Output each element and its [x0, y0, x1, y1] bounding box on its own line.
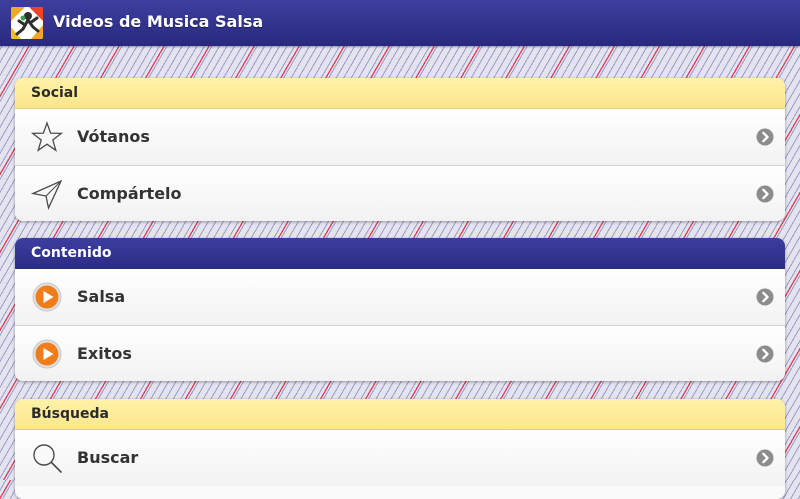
- menu-item-buscar[interactable]: Buscar: [15, 430, 785, 486]
- menu-item-compartelo[interactable]: Compártelo: [15, 165, 785, 221]
- menu-item-label: Salsa: [77, 287, 126, 306]
- menu-item-label: Exitos: [77, 344, 132, 363]
- menu-item-salsa[interactable]: Salsa: [15, 269, 785, 325]
- menu-item-label: Vótanos: [77, 127, 150, 146]
- chevron-right-icon: [756, 449, 774, 467]
- play-icon: [32, 282, 62, 312]
- section-social: Social Vótanos Compártelo: [15, 78, 785, 221]
- menu-item-votanos[interactable]: Vótanos: [15, 109, 785, 165]
- chevron-right-icon: [756, 185, 774, 203]
- section-contenido: Contenido Salsa Exitos: [15, 238, 785, 381]
- section-busqueda: Búsqueda Buscar: [15, 399, 785, 499]
- play-icon: [32, 339, 62, 369]
- menu-item-label: Buscar: [77, 448, 139, 467]
- chevron-right-icon: [756, 345, 774, 363]
- section-header-busqueda: Búsqueda: [15, 399, 785, 430]
- app-title: Videos de Musica Salsa: [53, 12, 264, 31]
- salsa-dancer-icon[interactable]: [11, 7, 43, 39]
- title-bar: Videos de Musica Salsa: [0, 0, 800, 46]
- share-arrow-icon: [31, 179, 63, 210]
- menu-item-exitos[interactable]: Exitos: [15, 325, 785, 381]
- menu-item-label: Compártelo: [77, 184, 182, 203]
- chevron-right-icon: [756, 128, 774, 146]
- section-header-contenido: Contenido: [15, 238, 785, 269]
- search-icon: [33, 444, 62, 473]
- chevron-right-icon: [756, 288, 774, 306]
- star-icon: [31, 121, 63, 152]
- section-header-social: Social: [15, 78, 785, 109]
